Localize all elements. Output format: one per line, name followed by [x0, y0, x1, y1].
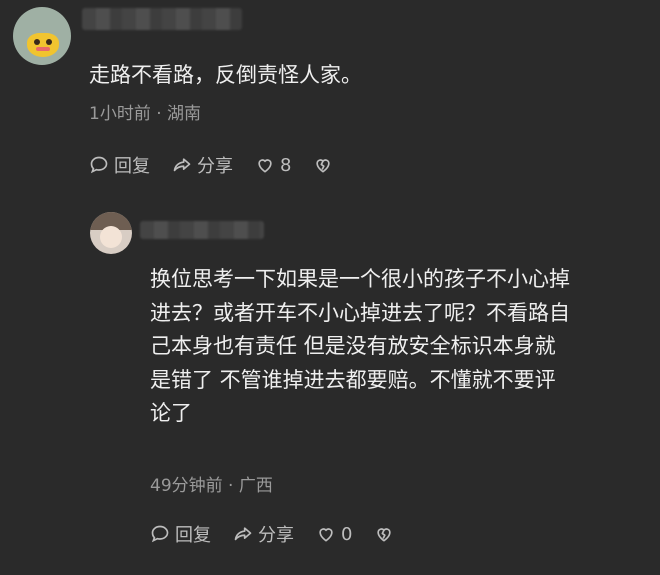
comment-text-line: 换位思考一下如果是一个很小的孩子不小心掉 [150, 267, 570, 291]
reply-button[interactable]: 回复 [150, 521, 211, 547]
comment-item: 走路不看路，反倒责怪人家。 1小时前 · 湖南 回复 分享 8 [0, 0, 660, 195]
comment-meta: 1小时前 · 湖南 [89, 104, 202, 124]
dislike-button[interactable] [374, 524, 394, 544]
like-count: 8 [280, 154, 292, 176]
broken-heart-icon [316, 159, 331, 173]
comment-text-line: 论了 [150, 401, 192, 425]
reply-label: 回复 [114, 156, 150, 177]
avatar[interactable] [13, 7, 71, 65]
heart-icon [319, 528, 333, 542]
dislike-button[interactable] [313, 155, 333, 175]
comment-meta: 49分钟前 · 广西 [150, 476, 273, 496]
share-button[interactable]: 分享 [172, 152, 233, 178]
comment-item: 换位思考一下如果是一个很小的孩子不小心掉 进去？或者开车不小心掉进去了呢？不看路… [0, 195, 660, 575]
share-label: 分享 [197, 156, 233, 177]
share-button[interactable]: 分享 [233, 521, 294, 547]
avatar-face [100, 226, 122, 248]
comment-text: 走路不看路，反倒责怪人家。 [89, 63, 362, 87]
broken-heart-icon [377, 528, 392, 542]
share-arrow-icon [234, 527, 252, 541]
comment-text-line: 进去？或者开车不小心掉进去了呢？不看路自 [150, 300, 570, 325]
heart-icon [258, 159, 272, 173]
comment-actions: 回复 分享 8 [89, 152, 355, 178]
avatar-face [27, 33, 59, 57]
comment-text-line: 己本身也有责任 但是没有放安全标识本身就 [150, 334, 556, 358]
share-arrow-icon [173, 158, 191, 172]
chat-bubble-icon [90, 156, 108, 174]
like-count: 0 [341, 523, 353, 545]
comment-actions: 回复 分享 0 [150, 521, 416, 547]
username-blurred[interactable] [140, 221, 264, 239]
like-button[interactable]: 0 [316, 524, 352, 545]
share-label: 分享 [258, 525, 294, 546]
chat-bubble-icon [151, 525, 169, 543]
comment-text-line: 是错了 不管谁掉进去都要赔。不懂就不要评 [150, 367, 556, 392]
comment-text: 换位思考一下如果是一个很小的孩子不小心掉 进去？或者开车不小心掉进去了呢？不看路… [150, 263, 650, 431]
reply-button[interactable]: 回复 [89, 152, 150, 178]
username-blurred[interactable] [82, 8, 242, 30]
like-button[interactable]: 8 [255, 155, 291, 176]
reply-label: 回复 [175, 525, 211, 546]
avatar[interactable] [90, 212, 132, 254]
